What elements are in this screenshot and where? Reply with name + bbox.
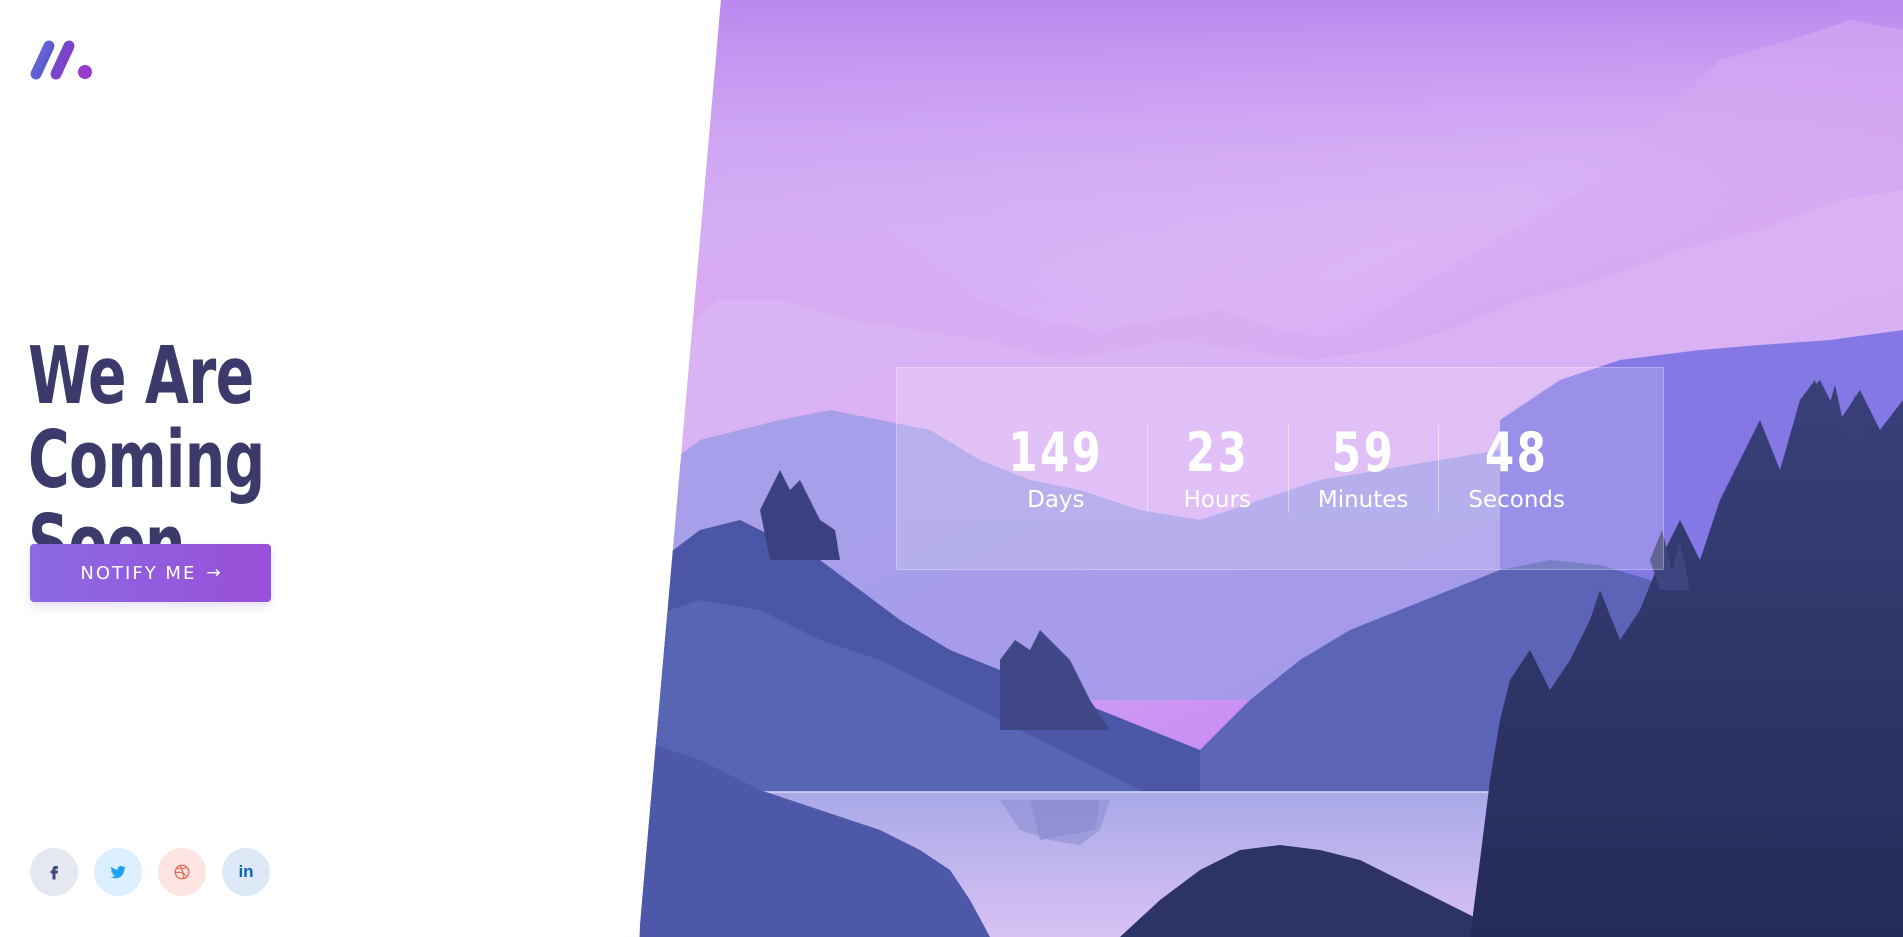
countdown-minutes-label: Minutes <box>1317 486 1409 513</box>
countdown-seconds: 48 Seconds <box>1438 420 1595 515</box>
countdown-hours: 23 Hours <box>1146 420 1288 515</box>
twitter-icon <box>110 865 126 879</box>
countdown-minutes-value: 59 <box>1331 420 1395 484</box>
linkedin-link[interactable]: in <box>222 848 270 896</box>
page-title-line-1: We Are Coming <box>28 330 265 506</box>
countdown-days: 149 Days <box>965 420 1147 515</box>
notify-me-button[interactable]: NOTIFY ME → <box>30 544 271 602</box>
arrow-right-icon: → <box>206 563 221 583</box>
facebook-link[interactable] <box>30 848 78 896</box>
countdown-panel: 149 Days 23 Hours 59 Minutes 48 Seconds <box>896 367 1664 570</box>
countdown-seconds-value: 48 <box>1485 420 1549 484</box>
countdown-minutes: 59 Minutes <box>1287 420 1439 515</box>
linkedin-icon: in <box>238 862 254 881</box>
social-links: in <box>30 848 270 896</box>
countdown-hours-label: Hours <box>1183 486 1251 513</box>
facebook-icon <box>50 866 59 880</box>
dribbble-icon <box>174 864 190 880</box>
countdown-hours-value: 23 <box>1185 420 1249 484</box>
notify-me-label: NOTIFY ME <box>80 562 197 584</box>
brand-slashes-logo[interactable] <box>28 38 94 82</box>
countdown-days-label: Days <box>1027 486 1085 513</box>
dribbble-link[interactable] <box>158 848 206 896</box>
twitter-link[interactable] <box>94 848 142 896</box>
countdown-days-value: 149 <box>1008 420 1104 484</box>
countdown-seconds-label: Seconds <box>1468 486 1566 513</box>
